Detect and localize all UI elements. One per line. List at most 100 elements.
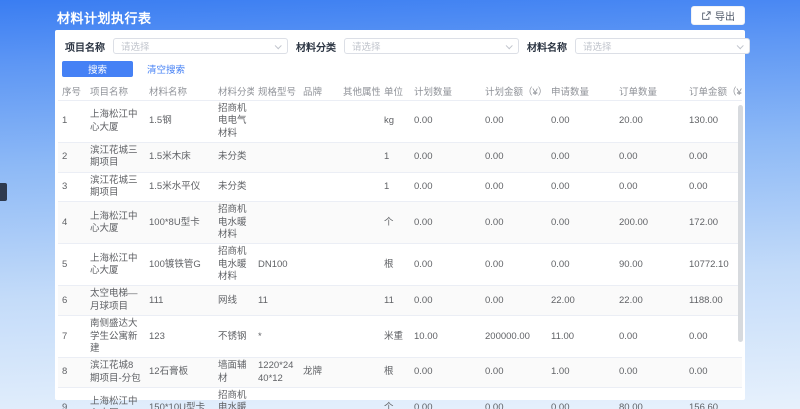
filter-row: 项目名称请选择材料分类请选择材料名称请选择 (65, 38, 735, 54)
table-cell: 5 (58, 244, 86, 286)
table-cell (254, 143, 299, 173)
table-cell (339, 316, 380, 358)
table-cell: 80.00 (615, 387, 685, 409)
table-cell (339, 244, 380, 286)
table-cell (339, 202, 380, 244)
table-cell: 未分类 (214, 172, 254, 202)
table-cell: 0.00 (481, 244, 547, 286)
table-cell: 个 (380, 387, 410, 409)
table-cell: 0.00 (547, 202, 615, 244)
table-cell: 4 (58, 202, 86, 244)
filter-group-0: 项目名称 请选择 (65, 38, 288, 54)
table-cell: 90.00 (615, 244, 685, 286)
table-cell: 招商机电电气材料 (214, 101, 254, 143)
table-cell: 0.00 (615, 316, 685, 358)
table-row[interactable]: 4上海松江中心大厦100*8U型卡招商机电水暖材料个0.000.000.0020… (58, 202, 742, 244)
search-button[interactable]: 搜索 (62, 61, 133, 77)
clear-search-link[interactable]: 清空搜索 (147, 62, 185, 76)
filter-select-2[interactable]: 请选择 (575, 38, 750, 54)
table-cell (299, 101, 339, 143)
table-cell (339, 387, 380, 409)
table-row[interactable]: 2滨江花城三期项目1.5米木床未分类10.000.000.000.000.00 (58, 143, 742, 173)
select-placeholder: 请选择 (121, 39, 150, 53)
vertical-scrollbar-thumb[interactable] (738, 105, 743, 342)
table-cell: 156.60 (685, 387, 742, 409)
table-row[interactable]: 6太空电梯—月球项目111网线11110.000.0022.0022.00118… (58, 286, 742, 316)
table-cell: 0.00 (481, 202, 547, 244)
table-cell: 不锈钢 (214, 316, 254, 358)
table-cell: 招商机电水暖材料 (214, 244, 254, 286)
table-cell: 22.00 (547, 286, 615, 316)
table-cell: 1.5米木床 (145, 143, 214, 173)
table-cell (299, 286, 339, 316)
table-cell (299, 387, 339, 409)
column-header: 其他属性 (339, 82, 380, 101)
table-cell: 招商机电水暖材料 (214, 202, 254, 244)
table-cell: 111 (145, 286, 214, 316)
table-cell: 130.00 (685, 101, 742, 143)
table-cell: 上海松江中心大厦 (86, 387, 145, 409)
column-header: 材料名称 (145, 82, 214, 101)
table-row[interactable]: 3滨江花城三期项目1.5米水平仪未分类10.000.000.000.000.00 (58, 172, 742, 202)
table-cell: 0.00 (410, 101, 481, 143)
table-cell: 根 (380, 244, 410, 286)
table-row[interactable]: 8滨江花城8期项目-分包12石膏板墙面辅材1220*2440*12龙牌根0.00… (58, 358, 742, 388)
column-header: 品牌 (299, 82, 339, 101)
column-header: 申请数量 (547, 82, 615, 101)
table-cell: 0.00 (410, 358, 481, 388)
chevron-down-icon (506, 42, 513, 49)
table-cell: 11 (380, 286, 410, 316)
table-cell: 滨江花城三期项目 (86, 143, 145, 173)
table-cell: 根 (380, 358, 410, 388)
table-cell: kg (380, 101, 410, 143)
table-cell: 滨江花城8期项目-分包 (86, 358, 145, 388)
table-cell (254, 101, 299, 143)
table-cell: 1220*2440*12 (254, 358, 299, 388)
table-cell: 0.00 (547, 244, 615, 286)
column-header: 计划金额（¥） (481, 82, 547, 101)
table-cell: 0.00 (615, 358, 685, 388)
table-cell: 1 (380, 172, 410, 202)
table-cell (299, 316, 339, 358)
table-cell: 招商机电水暖材料 (214, 387, 254, 409)
table-cell: 0.00 (615, 143, 685, 173)
table-cell: 0.00 (410, 172, 481, 202)
table-cell: 网线 (214, 286, 254, 316)
table-cell: 1 (380, 143, 410, 173)
table-cell: 0.00 (410, 244, 481, 286)
table-cell: 墙面辅材 (214, 358, 254, 388)
table-cell: 6 (58, 286, 86, 316)
table-cell: 100*8U型卡 (145, 202, 214, 244)
table-cell: 太空电梯—月球项目 (86, 286, 145, 316)
filter-select-1[interactable]: 请选择 (344, 38, 519, 54)
table-cell: 0.00 (685, 143, 742, 173)
export-button[interactable]: 导出 (691, 6, 745, 25)
table-cell (299, 143, 339, 173)
table-row[interactable]: 5上海松江中心大厦100镀铁管G招商机电水暖材料DN100根0.000.000.… (58, 244, 742, 286)
table-cell: 0.00 (685, 316, 742, 358)
column-header: 订单金额（¥） (685, 82, 742, 101)
export-button-label: 导出 (715, 8, 735, 23)
column-header: 单位 (380, 82, 410, 101)
table-row[interactable]: 7南侧盛达大学生公寓新建123不锈钢*米重10.00200000.0011.00… (58, 316, 742, 358)
table-cell (339, 358, 380, 388)
table-cell: 上海松江中心大厦 (86, 202, 145, 244)
table-row[interactable]: 1上海松江中心大厦1.5钢招商机电电气材料kg0.000.000.0020.00… (58, 101, 742, 143)
side-collapsed-tab[interactable] (0, 183, 7, 201)
table-cell: 0.00 (547, 143, 615, 173)
table-cell: 10.00 (410, 316, 481, 358)
table-cell: 22.00 (615, 286, 685, 316)
filter-label: 项目名称 (65, 39, 105, 54)
filter-group-2: 材料名称请选择 (527, 38, 750, 54)
table-row[interactable]: 9上海松江中心大厦150*10U型卡招商机电水暖材料个0.000.000.008… (58, 387, 742, 409)
table-cell: 1.00 (547, 358, 615, 388)
table-cell: 100镀铁管G (145, 244, 214, 286)
filter-select-0[interactable]: 请选择 (113, 38, 288, 54)
table-cell: 1 (58, 101, 86, 143)
table-cell: 米重 (380, 316, 410, 358)
table-cell: 11.00 (547, 316, 615, 358)
table-cell: 1188.00 (685, 286, 742, 316)
table-cell: 200.00 (615, 202, 685, 244)
table-cell: 上海松江中心大厦 (86, 244, 145, 286)
filter-label: 材料名称 (527, 39, 567, 54)
